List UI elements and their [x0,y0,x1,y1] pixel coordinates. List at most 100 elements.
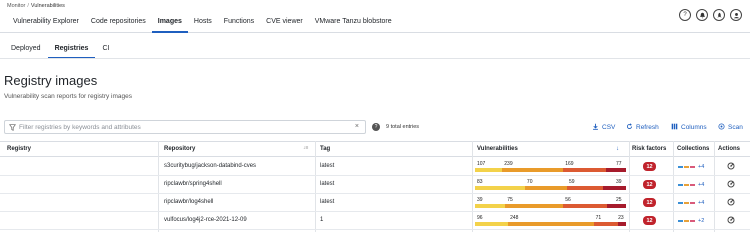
breadcrumb-parent[interactable]: Monitor [7,3,25,9]
tab-hosts[interactable]: Hosts [188,16,218,33]
risk-badge[interactable]: 12 [643,180,656,189]
filter-input[interactable] [19,122,349,133]
vulnerability-bar[interactable]: 39 75 56 25 [475,197,626,209]
user-icon[interactable] [730,9,742,21]
repository-cell[interactable]: s3curitybug/jackson-databind-cves [164,163,256,169]
scan-action-icon[interactable] [727,198,735,208]
vuln-count-medium: 75 [507,197,513,203]
tab-cve-viewer[interactable]: CVE viewer [260,16,309,33]
tab-images[interactable]: Images [151,16,188,33]
tab-vulnerability-explorer[interactable]: Vulnerability Explorer [7,16,85,33]
csv-label: CSV [602,124,616,131]
collections-more[interactable]: +4 [698,182,704,188]
vulnerability-bar[interactable]: 107 239 169 77 [475,161,626,173]
vuln-segment-low [475,222,509,226]
notifications-icon[interactable] [696,9,708,21]
table-row[interactable]: vulfocus/log4j2-rce-2021-12-09 1 96 248 71 23… [0,212,750,230]
scan-action-icon[interactable] [727,162,735,172]
scan-button[interactable]: Scan [718,123,743,132]
collections-cell[interactable]: +4 [678,164,704,170]
collection-swatch [684,184,689,186]
repository-cell[interactable]: ripclawbr/spring4shell [164,181,222,187]
refresh-icon [626,123,633,132]
vuln-segment-critical [606,168,626,172]
vuln-count-low: 39 [477,197,483,203]
scan-action-icon[interactable] [727,180,735,190]
collections-more[interactable]: +4 [698,200,704,206]
vulnerability-bar[interactable]: 96 248 71 23 [475,215,626,227]
table-header: Registry Repository ↓≡ Tag Vulnerabiliti… [0,141,750,157]
tab-functions[interactable]: Functions [218,16,260,33]
vuln-count-low: 96 [477,215,483,221]
risk-badge[interactable]: 12 [643,216,656,225]
sort-icon[interactable]: ↓≡ [303,145,308,151]
vuln-segment-high [563,168,607,172]
filter-help-icon[interactable]: ? [372,123,380,131]
col-tag[interactable]: Tag [320,146,330,152]
columns-button[interactable]: Columns [671,123,707,132]
vuln-segment-critical [602,186,626,190]
vulnerability-bar[interactable]: 83 70 59 39 [475,179,626,191]
vuln-segment-low [475,186,525,190]
sub-tabs-divider [0,58,750,59]
collections-more[interactable]: +4 [698,164,704,170]
vuln-segment-medium [502,168,564,172]
col-actions[interactable]: Actions [718,146,740,152]
collections-cell[interactable]: +2 [678,218,704,224]
tab-registries[interactable]: Registries [47,45,96,59]
refresh-label: Refresh [636,124,659,131]
download-icon [592,123,599,132]
risk-badge[interactable]: 12 [643,198,656,207]
collection-swatch [684,220,689,222]
breadcrumb-separator: / [27,3,29,9]
tab-vmware-tanzu-blobstore[interactable]: VMware Tanzu blobstore [309,16,398,33]
vuln-segment-medium [505,204,564,208]
sub-tabs: Deployed Registries CI [4,45,116,59]
tab-ci[interactable]: CI [95,45,116,59]
columns-icon [671,123,678,132]
tag-cell: latest [320,199,335,205]
scan-icon [718,123,725,132]
vuln-count-medium: 70 [526,179,533,185]
table-row[interactable]: ripclawbr/spring4shell latest 83 70 59 39 12 +4 [0,176,750,194]
col-registry[interactable]: Registry [7,146,31,152]
collection-swatch [690,166,695,168]
refresh-button[interactable]: Refresh [626,123,659,132]
vuln-count-low: 107 [477,161,486,167]
tab-code-repositories[interactable]: Code repositories [85,16,152,33]
vuln-count-high: 169 [565,161,574,167]
repository-cell[interactable]: ripclawbr/log4shell [164,199,213,205]
tag-cell: latest [320,163,335,169]
vuln-segment-high [593,222,619,226]
vuln-count-low: 83 [477,179,483,185]
scan-action-icon[interactable] [727,216,735,226]
col-vulnerabilities[interactable]: Vulnerabilities [477,146,518,152]
collection-swatch [678,220,683,222]
collections-cell[interactable]: +4 [678,182,704,188]
help-icon[interactable]: ? [679,9,691,21]
repository-cell[interactable]: vulfocus/log4j2-rce-2021-12-09 [164,217,247,223]
collections-more[interactable]: +2 [698,218,704,224]
table-row[interactable]: ripclawbr/log4shell latest 39 75 56 25 12 +4 [0,194,750,212]
rocket-icon[interactable] [713,9,725,21]
table-row[interactable]: s3curitybug/jackson-databind-cves latest 1… [0,158,750,176]
clear-filter-icon[interactable]: × [355,123,359,130]
vuln-segment-critical [606,204,626,208]
vuln-segment-high [563,204,607,208]
tag-cell: 1 [320,217,324,223]
collection-swatch [678,166,683,168]
collections-cell[interactable]: +4 [678,200,704,206]
col-collections[interactable]: Collections [677,146,709,152]
vuln-count-critical: 23 [618,215,624,221]
collection-swatch [684,202,689,204]
vuln-segment-critical [618,222,626,226]
risk-badge[interactable]: 12 [643,162,656,171]
vuln-segment-medium [508,222,594,226]
csv-button[interactable]: CSV [592,123,615,132]
columns-label: Columns [681,124,707,131]
col-risk-factors[interactable]: Risk factors [632,146,666,152]
col-repository[interactable]: Repository [164,146,195,152]
vuln-segment-low [475,204,506,208]
sort-desc-icon[interactable]: ↓ [616,146,619,152]
tab-deployed[interactable]: Deployed [4,45,48,59]
